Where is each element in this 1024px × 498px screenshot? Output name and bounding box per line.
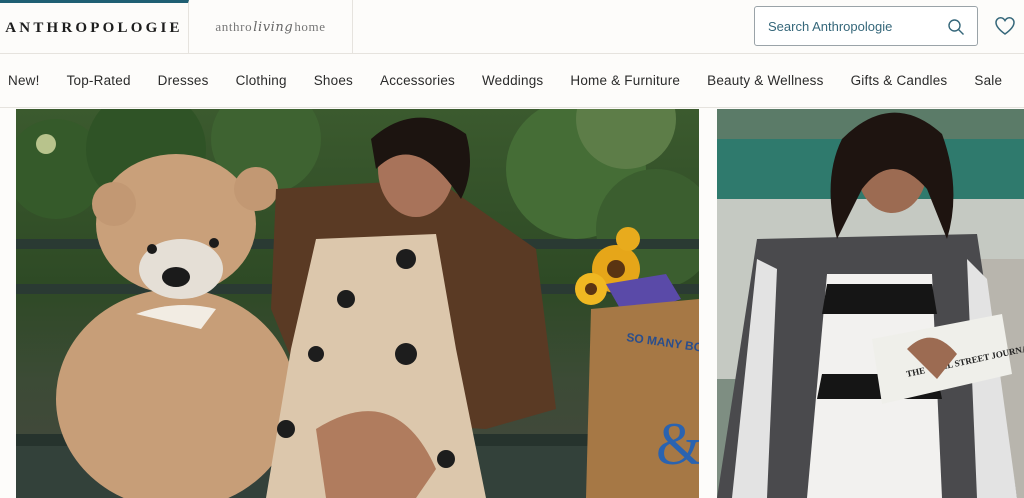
nav-item-new[interactable]: New! — [8, 73, 40, 88]
hero-right-illustration: THE WALL STREET JOURNAL — [717, 109, 1024, 498]
heart-icon[interactable] — [994, 15, 1016, 37]
brand-logo[interactable]: ANTHROPOLOGIE — [5, 20, 182, 37]
living-tab-prefix: anthro — [215, 19, 253, 34]
nav-item-weddings[interactable]: Weddings — [482, 73, 543, 88]
nav-item-gifts-candles[interactable]: Gifts & Candles — [851, 73, 948, 88]
anthropologie-tab[interactable]: ANTHROPOLOGIE — [0, 0, 189, 54]
hero-image-right[interactable]: THE WALL STREET JOURNAL — [717, 109, 1024, 498]
search-box[interactable] — [754, 6, 978, 46]
nav-item-accessories[interactable]: Accessories — [380, 73, 455, 88]
hero-left-illustration: SO MANY BO & — [16, 109, 699, 498]
living-tab-script: living — [253, 19, 294, 35]
main-nav: New! Top-Rated Dresses Clothing Shoes Ac… — [0, 54, 1024, 108]
nav-item-beauty-wellness[interactable]: Beauty & Wellness — [707, 73, 823, 88]
hero-image-left[interactable]: SO MANY BO & — [16, 109, 699, 498]
nav-item-top-rated[interactable]: Top-Rated — [67, 73, 131, 88]
nav-item-home-furniture[interactable]: Home & Furniture — [570, 73, 680, 88]
nav-item-clothing[interactable]: Clothing — [236, 73, 287, 88]
nav-item-sale[interactable]: Sale — [974, 73, 1002, 88]
nav-item-dresses[interactable]: Dresses — [158, 73, 209, 88]
bag-ampersand: & — [656, 411, 699, 477]
top-header: ANTHROPOLOGIE anthro living home — [0, 0, 1024, 54]
anthro-living-tab[interactable]: anthro living home — [189, 0, 353, 54]
search-icon[interactable] — [947, 18, 965, 36]
nav-item-shoes[interactable]: Shoes — [314, 73, 353, 88]
search-input[interactable] — [768, 18, 938, 34]
living-tab-suffix: home — [294, 19, 326, 34]
